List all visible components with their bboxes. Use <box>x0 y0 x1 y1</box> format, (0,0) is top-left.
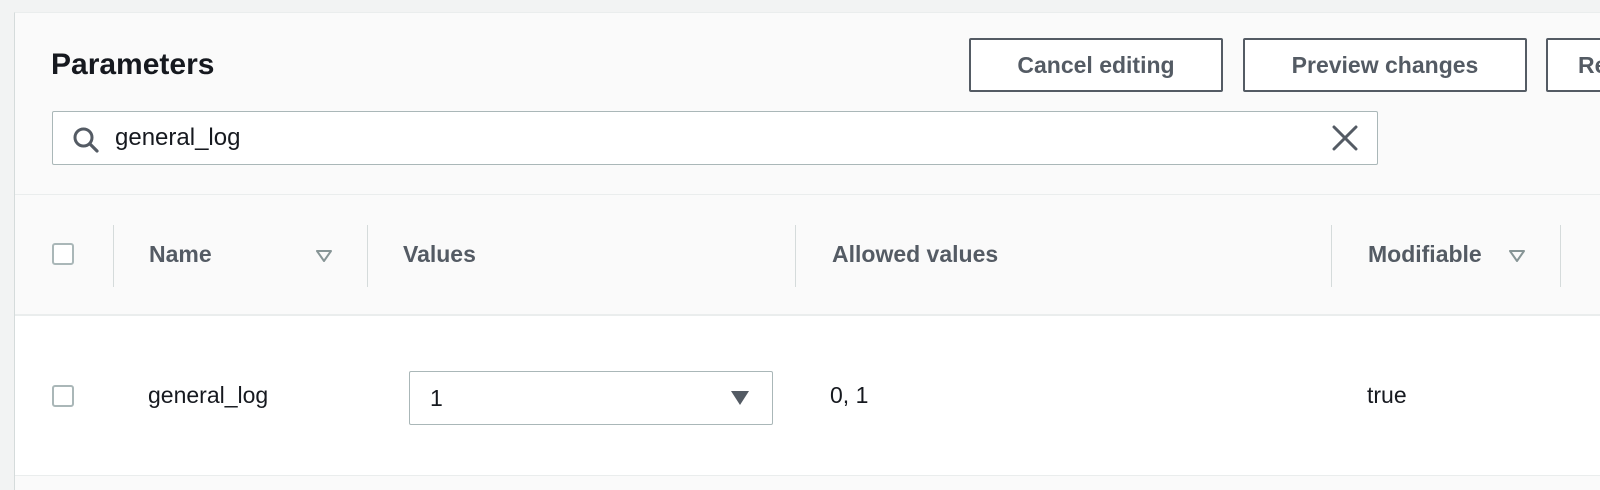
column-separator <box>1331 225 1332 287</box>
sort-down-icon[interactable] <box>315 249 333 263</box>
caret-down-icon <box>731 391 749 405</box>
column-header-allowed-values[interactable]: Allowed values <box>832 195 998 314</box>
cancel-editing-button[interactable]: Cancel editing <box>969 38 1223 92</box>
column-separator <box>795 225 796 287</box>
reset-button[interactable]: Re <box>1546 38 1600 92</box>
row-checkbox[interactable] <box>52 385 74 407</box>
close-icon[interactable] <box>1331 124 1359 152</box>
column-header-values[interactable]: Values <box>403 195 476 314</box>
table-row[interactable]: general_log 1 0, 1 true <box>15 316 1600 476</box>
search-icon <box>73 127 99 153</box>
modifiable-value: true <box>1367 382 1407 408</box>
allowed-values: 0, 1 <box>830 382 869 408</box>
table-header: Name Values Allowed values Modifiable <box>15 195 1600 316</box>
search-box <box>52 111 1378 165</box>
parameter-name: general_log <box>148 382 269 408</box>
column-separator <box>1560 225 1561 287</box>
sort-down-icon[interactable] <box>1508 249 1526 263</box>
value-select-text: 1 <box>430 384 443 411</box>
column-header-name[interactable]: Name <box>149 195 212 314</box>
column-separator <box>367 225 368 287</box>
page-title: Parameters <box>51 48 215 81</box>
search-input[interactable] <box>115 112 1295 164</box>
value-select[interactable]: 1 <box>409 371 773 425</box>
column-header-modifiable[interactable]: Modifiable <box>1368 195 1482 314</box>
preview-changes-button[interactable]: Preview changes <box>1243 38 1527 92</box>
parameters-panel: Parameters Cancel editing Preview change… <box>14 12 1600 490</box>
column-separator <box>113 225 114 287</box>
select-all-checkbox[interactable] <box>52 243 74 265</box>
